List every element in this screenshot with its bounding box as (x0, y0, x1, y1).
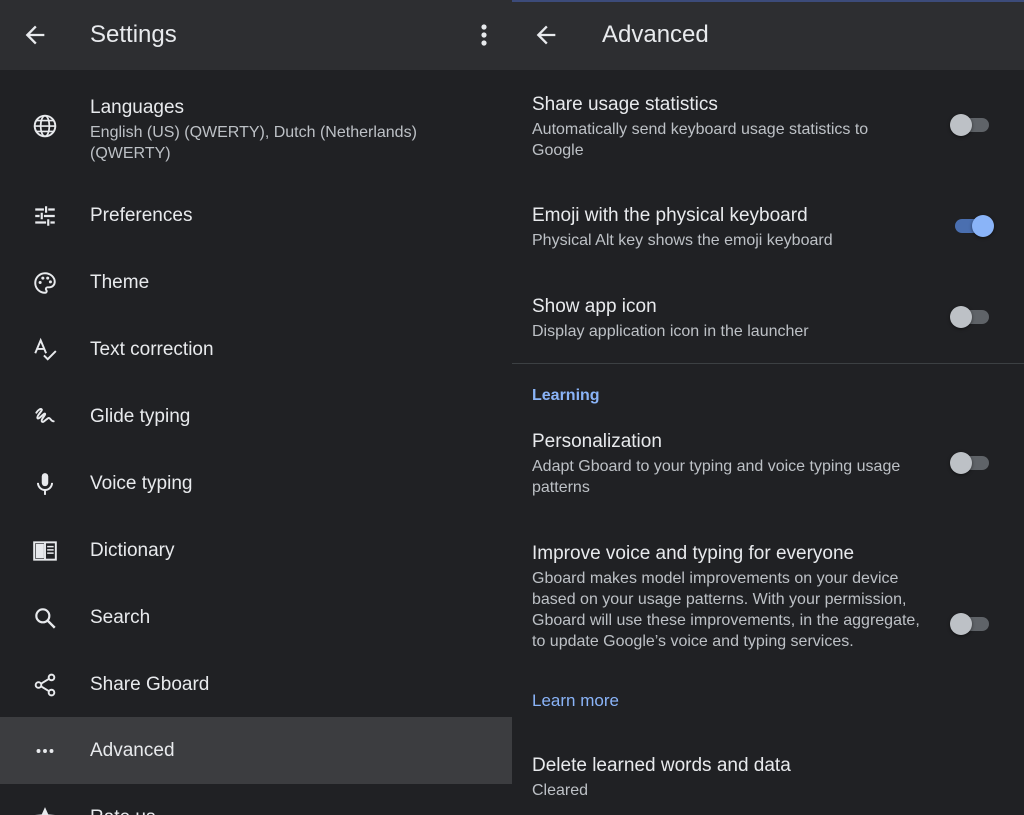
setting-share-usage-statistics[interactable]: Share usage statistics Automatically sen… (512, 84, 1024, 174)
menu-item-label: Languages (90, 97, 185, 118)
palette-icon (34, 271, 56, 294)
share-usage-toggle[interactable] (950, 112, 994, 138)
menu-item-label: Rate us (90, 806, 155, 815)
setting-subtitle: Adapt Gboard to your typing and voice ty… (532, 458, 901, 496)
setting-title: Improve voice and typing for everyone (532, 543, 855, 564)
share-icon (34, 673, 56, 696)
microphone-icon (36, 472, 54, 495)
setting-title: Delete learned words and data (532, 755, 791, 776)
menu-item-preferences[interactable]: Preferences (0, 182, 512, 249)
setting-emoji-physical-keyboard[interactable]: Emoji with the physical keyboard Physica… (512, 196, 1024, 266)
menu-item-label: Search (90, 606, 151, 628)
menu-item-label: Share Gboard (90, 673, 210, 695)
setting-title: Show app icon (532, 296, 657, 317)
improve-voice-typing-toggle[interactable] (950, 611, 994, 637)
back-arrow-icon[interactable] (532, 21, 560, 49)
menu-item-rate-us[interactable]: Rate us (0, 784, 512, 815)
search-icon (35, 607, 56, 629)
gesture-icon (35, 407, 55, 423)
show-app-icon-toggle[interactable] (950, 304, 994, 330)
setting-subtitle: Gboard makes model improvements on your … (532, 570, 920, 650)
setting-personalization[interactable]: Personalization Adapt Gboard to your typ… (512, 422, 1024, 514)
menu-item-label: Dictionary (90, 539, 175, 561)
menu-item-subtitle: English (US) (QWERTY), Dutch (Netherland… (90, 124, 417, 162)
menu-item-label: Preferences (90, 204, 193, 226)
page-title: Settings (90, 21, 177, 48)
personalization-toggle[interactable] (950, 450, 994, 476)
setting-delete-learned-words[interactable]: Delete learned words and data Cleared (512, 746, 1024, 815)
menu-item-theme[interactable]: Theme (0, 249, 512, 316)
menu-item-glide-typing[interactable]: Glide typing (0, 383, 512, 450)
advanced-pane: Advanced Share usage statistics Automati… (512, 0, 1024, 815)
setting-title: Personalization (532, 431, 662, 452)
menu-item-label: Theme (90, 271, 150, 293)
menu-item-advanced[interactable]: Advanced (0, 717, 512, 784)
settings-pane: Settings Languages English (US) (QWERTY)… (0, 0, 512, 815)
learn-more-link[interactable]: Learn more (532, 690, 619, 712)
setting-title: Emoji with the physical keyboard (532, 205, 808, 226)
advanced-app-bar: Advanced (512, 0, 1024, 70)
menu-item-languages[interactable]: Languages English (US) (QWERTY), Dutch (… (0, 84, 512, 170)
section-header-learning: Learning (532, 387, 600, 404)
globe-icon (33, 114, 57, 138)
book-icon (33, 540, 57, 561)
setting-title: Share usage statistics (532, 94, 718, 115)
menu-item-label: Glide typing (90, 405, 191, 427)
menu-item-label: Advanced (90, 739, 175, 761)
star-icon (34, 806, 56, 815)
menu-item-voice-typing[interactable]: Voice typing (0, 450, 512, 517)
page-title: Advanced (602, 21, 709, 48)
menu-item-dictionary[interactable]: Dictionary (0, 517, 512, 584)
emoji-keyboard-toggle[interactable] (950, 213, 994, 239)
menu-item-text-correction[interactable]: Text correction (0, 316, 512, 383)
setting-subtitle: Physical Alt key shows the emoji keyboar… (532, 232, 833, 249)
more-vert-icon[interactable] (472, 21, 496, 49)
back-arrow-icon[interactable] (21, 21, 49, 49)
menu-item-label: Text correction (90, 338, 214, 360)
settings-app-bar: Settings (0, 0, 512, 70)
menu-item-search[interactable]: Search (0, 584, 512, 651)
more-horiz-icon (36, 748, 54, 753)
setting-subtitle: Display application icon in the launcher (532, 323, 809, 340)
setting-show-app-icon[interactable]: Show app icon Display application icon i… (512, 287, 1024, 355)
sliders-icon (35, 205, 55, 226)
setting-subtitle: Automatically send keyboard usage statis… (532, 121, 869, 159)
spellcheck-icon (34, 337, 57, 361)
menu-item-share-gboard[interactable]: Share Gboard (0, 651, 512, 718)
setting-subtitle: Cleared (532, 782, 589, 799)
section-divider (512, 363, 1024, 364)
menu-item-label: Voice typing (90, 472, 193, 494)
